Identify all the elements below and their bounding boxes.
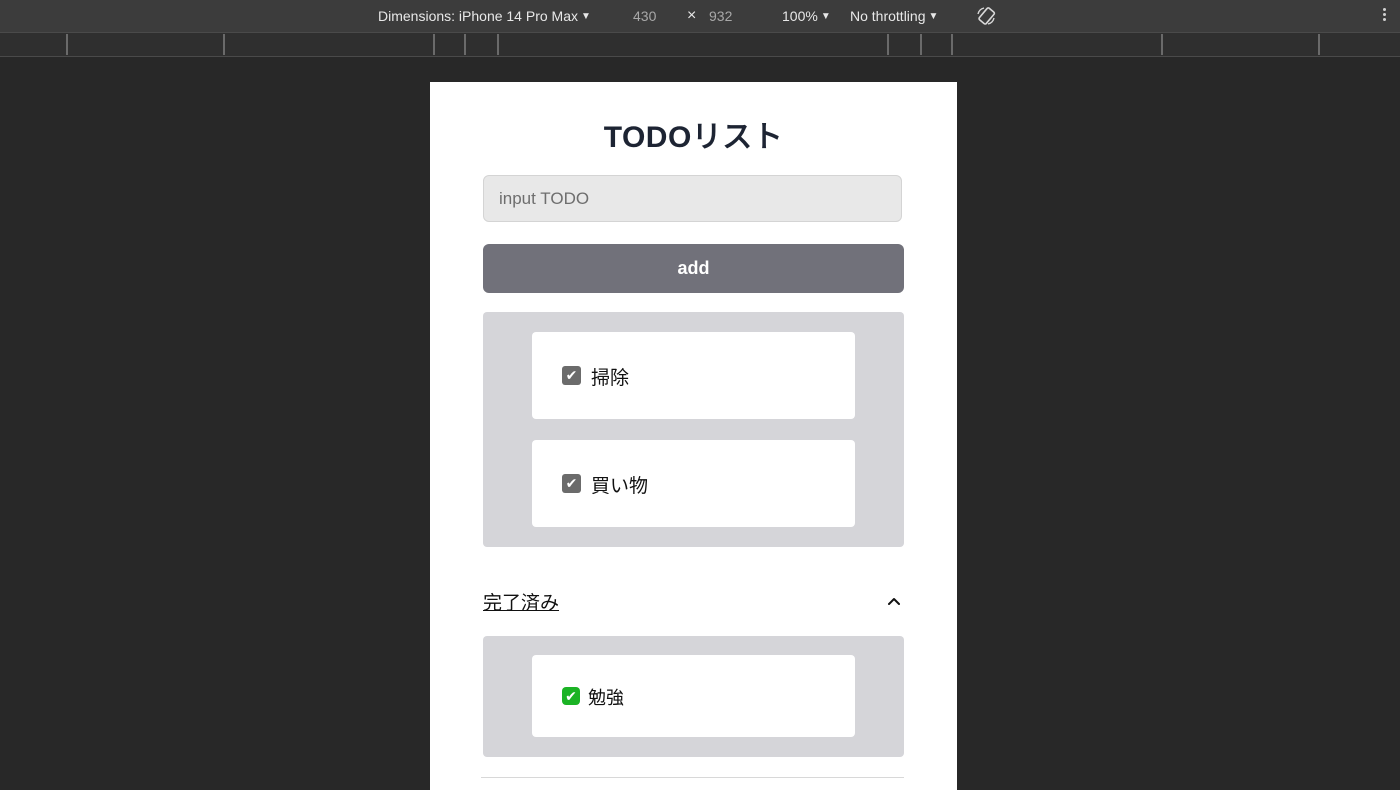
throttling-caret-icon: ▼ [928,11,939,22]
todo-checkbox-checked-icon[interactable]: ✔ [562,474,581,493]
todo-label: 買い物 [591,475,649,497]
completed-list: ✔ 勉強 [483,636,904,757]
zoom-select[interactable]: 100% ▼ [782,8,831,24]
device-toolbar: Dimensions: iPhone 14 Pro Max ▼ 430 × 932… [0,0,1400,33]
completed-item: ✔ 勉強 [532,655,855,737]
width-input[interactable]: 430 [633,8,656,24]
throttling-label: No throttling [850,8,926,24]
ruler-tick [497,34,499,55]
todo-checkbox-checked-icon[interactable]: ✔ [562,366,581,385]
throttling-select[interactable]: No throttling ▼ [850,8,938,24]
todo-list: ✔ 掃除 ✔ 買い物 [483,312,904,547]
todo-item: ✔ 掃除 [532,332,855,419]
media-query-bar [0,33,1400,57]
ruler-tick [433,34,435,55]
ruler-tick [951,34,953,55]
zoom-caret-icon: ▼ [820,11,831,22]
completed-section-label: 完了済み [483,592,560,614]
todo-item: ✔ 買い物 [532,440,855,527]
device-viewport: TODOリスト add ✔ 掃除 ✔ 買い物 完了済み ✔ 勉強 [430,82,957,790]
add-button[interactable]: add [483,244,904,293]
divider [481,777,904,778]
ruler-tick [1161,34,1163,55]
zoom-label: 100% [782,8,818,24]
ruler-tick [1318,34,1320,55]
more-options-icon[interactable] [1380,6,1388,26]
dimensions-caret-icon: ▼ [581,11,591,22]
times-icon: × [687,7,697,24]
check-mark-done-icon: ✔ [562,687,580,705]
page-title: TODOリスト [603,121,784,154]
completed-section-toggle[interactable]: 完了済み [483,588,904,616]
ruler-tick [920,34,922,55]
todo-input[interactable] [483,175,902,222]
height-input[interactable]: 932 [709,8,732,24]
rotate-icon[interactable] [975,5,997,27]
ruler-tick [223,34,225,55]
ruler-tick [464,34,466,55]
todo-label: 掃除 [591,367,630,389]
completed-label: 勉強 [588,688,624,709]
chevron-up-icon[interactable] [886,593,902,609]
dimensions-select[interactable]: Dimensions: iPhone 14 Pro Max ▼ [378,8,591,24]
ruler-tick [887,34,889,55]
dimensions-label: Dimensions: iPhone 14 Pro Max [378,8,578,24]
ruler-tick [66,34,68,55]
